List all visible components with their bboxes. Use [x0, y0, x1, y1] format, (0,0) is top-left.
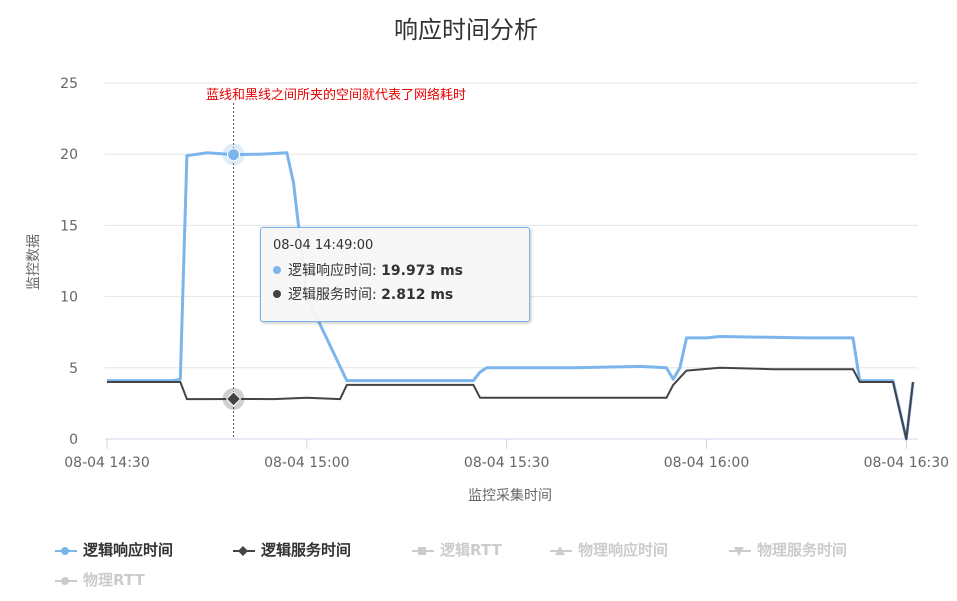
legend-circle-icon [55, 541, 83, 559]
legend-triangle-icon [550, 541, 578, 559]
legend-label: 物理服务时间 [757, 541, 848, 559]
legend-item[interactable]: 物理服务时间 [729, 538, 847, 562]
x-tick-label: 08-04 16:00 [664, 455, 749, 471]
hover-point-response [227, 148, 241, 162]
tooltip-label-service: 逻辑服务时间: [288, 287, 382, 303]
legend-item[interactable]: 逻辑RTT [412, 538, 502, 562]
legend-square-icon [412, 541, 440, 559]
legend-item[interactable]: 逻辑响应时间 [55, 538, 173, 562]
tooltip-label-response: 逻辑响应时间: [288, 263, 382, 279]
x-tick-label: 08-04 15:30 [464, 455, 549, 471]
legend-label: 物理RTT [83, 571, 145, 589]
tooltip-value-service: 2.812 ms [381, 287, 454, 303]
tooltip-row-service: 逻辑服务时间: 2.812 ms [273, 283, 517, 307]
tooltip-row-response: 逻辑响应时间: 19.973 ms [273, 259, 517, 283]
legend-item[interactable]: 物理RTT [55, 568, 145, 592]
tooltip: 08-04 14:49:00 逻辑响应时间: 19.973 ms 逻辑服务时间:… [260, 227, 530, 322]
y-tick-label: 10 [60, 290, 78, 306]
tooltip-dot-response [273, 266, 281, 274]
legend-item[interactable]: 逻辑服务时间 [233, 538, 351, 562]
legend-label: 逻辑响应时间 [83, 541, 174, 559]
x-tick-label: 08-04 16:30 [864, 455, 949, 471]
legend-label: 逻辑服务时间 [261, 541, 352, 559]
y-axis-ticks: 0 5 10 15 20 25 [60, 76, 78, 448]
legend-circle-icon [55, 571, 83, 589]
legend-label: 逻辑RTT [440, 541, 502, 559]
x-axis: 08-04 14:30 08-04 15:00 08-04 15:30 08-04 1… [64, 439, 949, 471]
y-tick-label: 25 [60, 76, 78, 92]
chart-title: 响应时间分析 [394, 16, 538, 44]
legend-diamond-icon [233, 541, 261, 559]
annotation-text: 蓝线和黑线之间所夹的空间就代表了网络耗时 [206, 87, 466, 103]
legend-triangle-down-icon [729, 541, 757, 559]
x-tick-label: 08-04 14:30 [64, 455, 149, 471]
legend-item[interactable]: 物理响应时间 [550, 538, 668, 562]
y-axis-title: 监控数据 [26, 234, 42, 290]
tooltip-dot-service [273, 290, 281, 298]
legend-label: 物理响应时间 [578, 541, 669, 559]
y-tick-label: 0 [69, 432, 78, 448]
y-tick-label: 15 [60, 218, 78, 234]
x-axis-title: 监控采集时间 [468, 487, 552, 504]
y-tick-label: 5 [69, 361, 78, 377]
y-tick-label: 20 [60, 147, 78, 163]
x-tick-label: 08-04 15:00 [264, 455, 349, 471]
tooltip-time: 08-04 14:49:00 [273, 238, 374, 253]
tooltip-value-response: 19.973 ms [381, 263, 463, 279]
